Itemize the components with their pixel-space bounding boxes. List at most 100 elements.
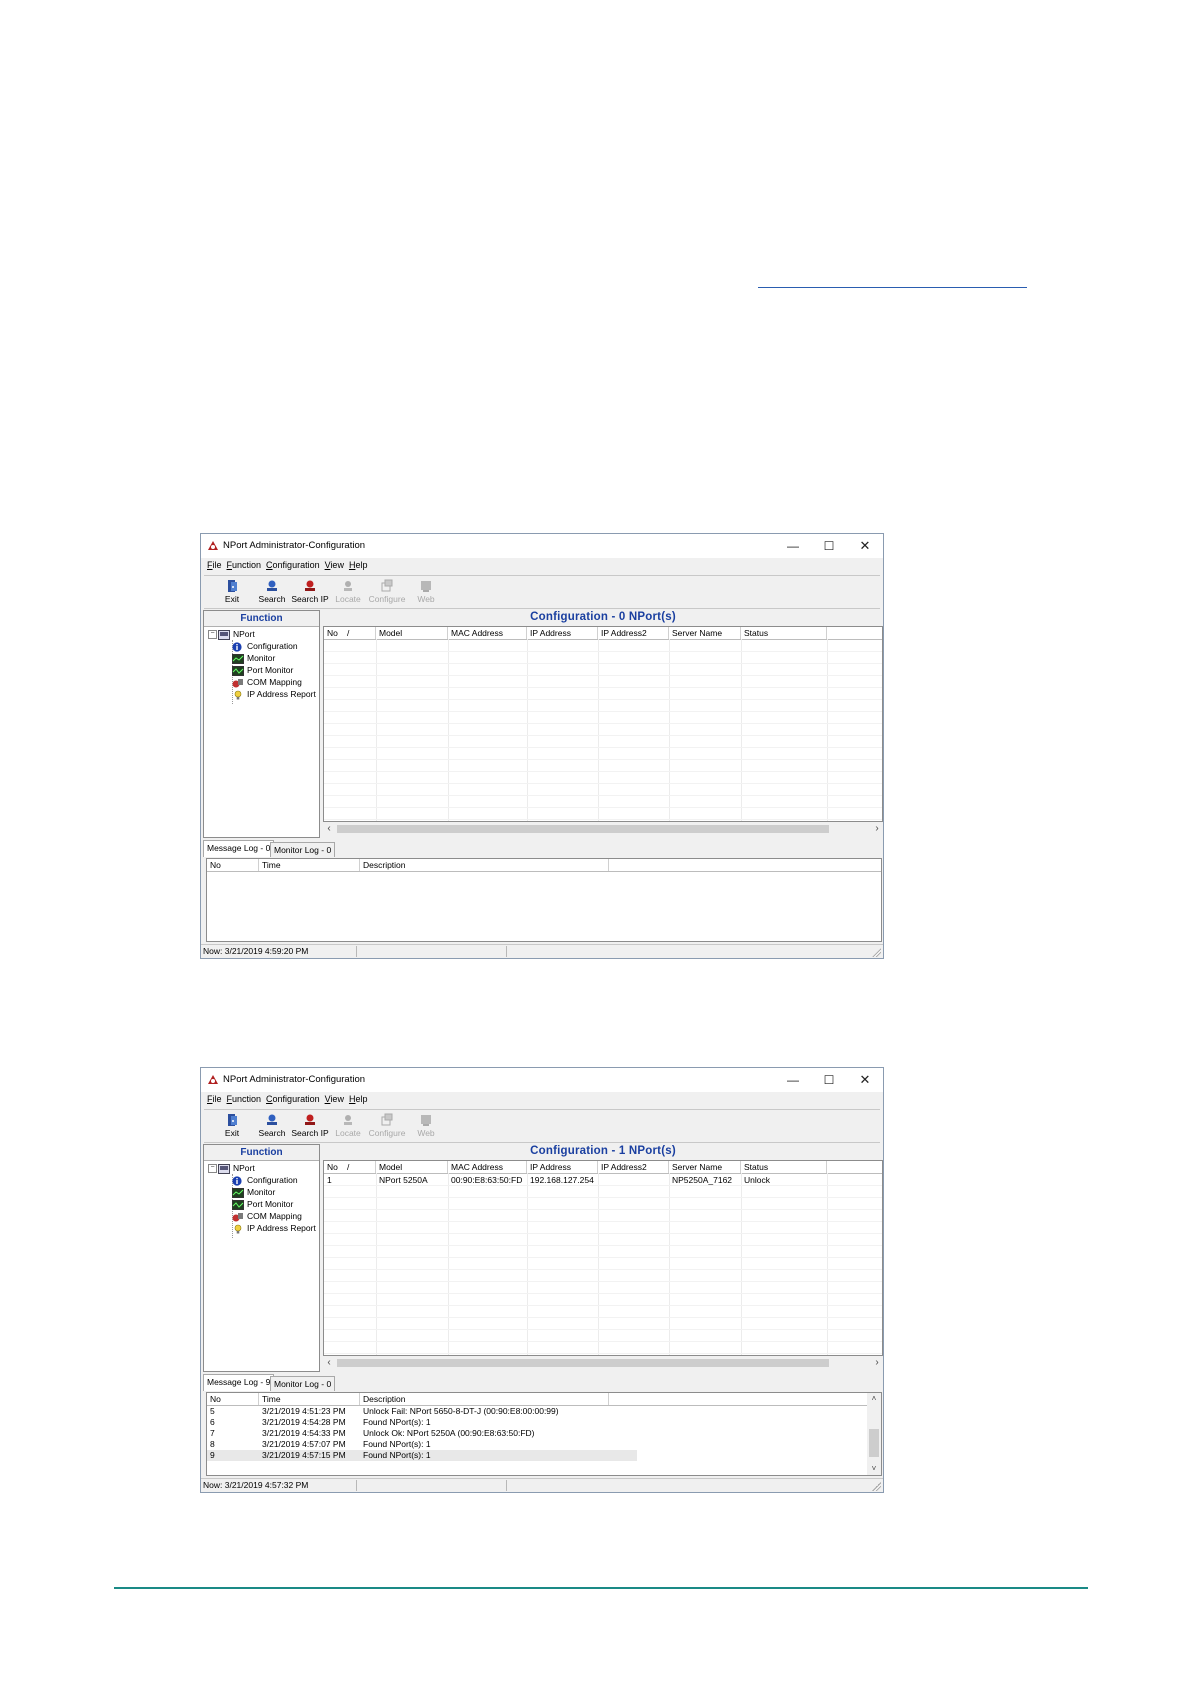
exit-button[interactable]: Exit bbox=[212, 577, 252, 607]
log-row[interactable]: 8 3/21/2019 4:57:07 PM Found NPort(s): 1 bbox=[207, 1439, 637, 1450]
column-header-no[interactable]: No bbox=[324, 1161, 343, 1173]
scrollbar-thumb[interactable] bbox=[869, 1429, 879, 1457]
title-bar[interactable]: NPort Administrator-Configuration — ☐ ✕ bbox=[201, 1068, 883, 1092]
scrollbar-thumb[interactable] bbox=[337, 1359, 829, 1367]
column-header-ip-address[interactable]: IP Address bbox=[527, 627, 598, 639]
tree-item-monitor[interactable]: Monitor bbox=[232, 652, 275, 664]
scrollbar-thumb[interactable] bbox=[337, 825, 829, 833]
column-header-[interactable]: / bbox=[344, 1161, 376, 1173]
tree-item-ip-address-report[interactable]: IP Address Report bbox=[232, 688, 316, 700]
nport-admin-window-2: NPort Administrator-Configuration — ☐ ✕ File… bbox=[200, 1067, 884, 1493]
tree-item-nport[interactable]: NPort bbox=[218, 1162, 255, 1174]
column-header-no[interactable]: No bbox=[324, 627, 343, 639]
maximize-button[interactable]: ☐ bbox=[811, 1070, 847, 1090]
nport-list[interactable]: No / Model MAC Address IP Address IP Address2… bbox=[323, 1160, 883, 1356]
log-row[interactable]: 6 3/21/2019 4:54:28 PM Found NPort(s): 1 bbox=[207, 1417, 637, 1428]
column-header-ip-address2[interactable]: IP Address2 bbox=[598, 1161, 669, 1173]
tree-item-port-monitor[interactable]: Port Monitor bbox=[232, 664, 293, 676]
message-log[interactable]: No Time Description bbox=[206, 858, 882, 942]
search-button[interactable]: Search bbox=[252, 1111, 292, 1141]
collapse-toggle[interactable]: − bbox=[208, 630, 217, 639]
column-header-ip-address[interactable]: IP Address bbox=[527, 1161, 598, 1173]
menu-file[interactable]: File bbox=[207, 560, 222, 570]
menu-configuration[interactable]: Configuration bbox=[266, 1094, 320, 1104]
tree-item-configuration[interactable]: Configuration bbox=[232, 640, 298, 652]
scroll-up-icon[interactable]: ˄ bbox=[867, 1393, 881, 1405]
web-button[interactable]: Web bbox=[406, 1111, 446, 1141]
scroll-left-icon[interactable]: ‹ bbox=[323, 822, 335, 836]
tree-item-nport[interactable]: NPort bbox=[218, 628, 255, 640]
tab-message-log[interactable]: Message Log - 9 bbox=[203, 1374, 275, 1391]
minimize-button[interactable]: — bbox=[775, 1070, 811, 1090]
log-row[interactable]: 5 3/21/2019 4:51:23 PM Unlock Fail: NPort … bbox=[207, 1406, 637, 1417]
column-header-mac-address[interactable]: MAC Address bbox=[448, 1161, 527, 1173]
log-row[interactable]: 7 3/21/2019 4:54:33 PM Unlock Ok: NPort 52… bbox=[207, 1428, 637, 1439]
hyperlink-underline[interactable] bbox=[758, 287, 1027, 288]
configure-button[interactable]: Configure bbox=[367, 1111, 407, 1141]
tree-item-monitor[interactable]: Monitor bbox=[232, 1186, 275, 1198]
grid-line bbox=[324, 687, 882, 688]
column-header-[interactable]: / bbox=[344, 627, 376, 639]
log-tabs: Message Log - 9 Monitor Log - 0 bbox=[203, 1374, 881, 1392]
exit-button[interactable]: Exit bbox=[212, 1111, 252, 1141]
menu-function[interactable]: Function bbox=[227, 560, 262, 570]
log-column-description[interactable]: Description bbox=[360, 859, 609, 871]
column-header-model[interactable]: Model bbox=[376, 1161, 448, 1173]
column-header-mac-address[interactable]: MAC Address bbox=[448, 627, 527, 639]
message-log[interactable]: No Time Description 5 3/21/2019 4:51:23 PM Un… bbox=[206, 1392, 882, 1476]
scroll-right-icon[interactable]: › bbox=[871, 822, 883, 836]
horizontal-scrollbar[interactable]: ‹ › bbox=[323, 822, 883, 836]
menu-help[interactable]: Help bbox=[349, 560, 368, 570]
log-row[interactable]: 9 3/21/2019 4:57:15 PM Found NPort(s): 1 bbox=[207, 1450, 637, 1461]
scroll-left-icon[interactable]: ‹ bbox=[323, 1356, 335, 1370]
scroll-down-icon[interactable]: ˅ bbox=[867, 1463, 881, 1475]
column-header-server-name[interactable]: Server Name bbox=[669, 627, 741, 639]
search-button[interactable]: Search bbox=[252, 577, 292, 607]
horizontal-scrollbar[interactable]: ‹ › bbox=[323, 1356, 883, 1370]
menu-file[interactable]: File bbox=[207, 1094, 222, 1104]
title-bar[interactable]: NPort Administrator-Configuration — ☐ ✕ bbox=[201, 534, 883, 558]
tree-item-com-mapping[interactable]: COM Mapping bbox=[232, 1210, 302, 1222]
tree-item-configuration[interactable]: Configuration bbox=[232, 1174, 298, 1186]
menu-help[interactable]: Help bbox=[349, 1094, 368, 1104]
tab-message-log[interactable]: Message Log - 0 bbox=[203, 840, 275, 857]
minimize-button[interactable]: — bbox=[775, 536, 811, 556]
log-column-time[interactable]: Time bbox=[259, 859, 360, 871]
tree-item-port-monitor[interactable]: Port Monitor bbox=[232, 1198, 293, 1210]
maximize-button[interactable]: ☐ bbox=[811, 536, 847, 556]
locate-button[interactable]: Locate bbox=[328, 1111, 368, 1141]
column-header-server-name[interactable]: Server Name bbox=[669, 1161, 741, 1173]
search-ip-button[interactable]: Search IP bbox=[290, 577, 330, 607]
menu-configuration[interactable]: Configuration bbox=[266, 560, 320, 570]
table-row[interactable]: 1 NPort 5250A 00:90:E8:63:50:FD 192.168.127… bbox=[324, 1174, 882, 1186]
tree-item-com-mapping[interactable]: COM Mapping bbox=[232, 676, 302, 688]
menu-view[interactable]: View bbox=[325, 1094, 344, 1104]
log-column-no[interactable]: No bbox=[207, 859, 259, 871]
close-button[interactable]: ✕ bbox=[847, 1070, 883, 1090]
nport-icon bbox=[218, 1163, 230, 1174]
nport-list[interactable]: No / Model MAC Address IP Address IP Address2… bbox=[323, 626, 883, 822]
locate-button[interactable]: Locate bbox=[328, 577, 368, 607]
collapse-toggle[interactable]: − bbox=[208, 1164, 217, 1173]
scroll-right-icon[interactable]: › bbox=[871, 1356, 883, 1370]
menu-view[interactable]: View bbox=[325, 560, 344, 570]
log-column-no[interactable]: No bbox=[207, 1393, 259, 1405]
log-column-description[interactable]: Description bbox=[360, 1393, 609, 1405]
toolbar-label: Configure bbox=[368, 594, 406, 604]
web-button[interactable]: Web bbox=[406, 577, 446, 607]
vertical-scrollbar[interactable]: ˄ ˅ bbox=[867, 1393, 881, 1475]
column-header-model[interactable]: Model bbox=[376, 627, 448, 639]
column-header-status[interactable]: Status bbox=[741, 627, 827, 639]
tree-item-ip-address-report[interactable]: IP Address Report bbox=[232, 1222, 316, 1234]
tab-monitor-log[interactable]: Monitor Log - 0 bbox=[270, 1376, 336, 1391]
column-header-ip-address2[interactable]: IP Address2 bbox=[598, 627, 669, 639]
search-ip-button[interactable]: Search IP bbox=[290, 1111, 330, 1141]
menu-function[interactable]: Function bbox=[227, 1094, 262, 1104]
log-column-time[interactable]: Time bbox=[259, 1393, 360, 1405]
column-header-status[interactable]: Status bbox=[741, 1161, 827, 1173]
close-button[interactable]: ✕ bbox=[847, 536, 883, 556]
resize-grip-icon[interactable] bbox=[872, 948, 881, 957]
resize-grip-icon[interactable] bbox=[872, 1482, 881, 1491]
tab-monitor-log[interactable]: Monitor Log - 0 bbox=[270, 842, 336, 857]
configure-button[interactable]: Configure bbox=[367, 577, 407, 607]
